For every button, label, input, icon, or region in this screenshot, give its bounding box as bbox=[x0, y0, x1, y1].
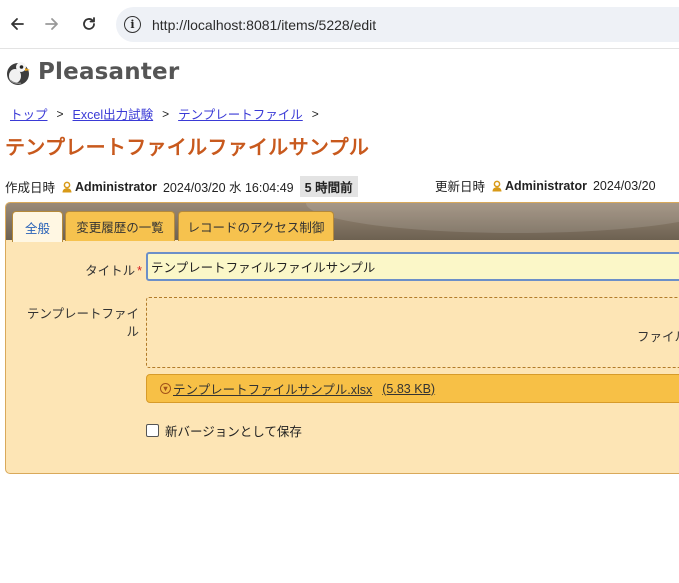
bird-logo-icon bbox=[7, 62, 30, 85]
breadcrumb-separator: > bbox=[162, 106, 170, 121]
breadcrumb-separator: > bbox=[311, 106, 319, 121]
created-label: 作成日時 bbox=[5, 181, 56, 195]
created-date: 2024/03/20 水 16:04:49 bbox=[162, 181, 294, 195]
logo-text: Pleasanter bbox=[38, 59, 180, 85]
breadcrumb-item-excel[interactable]: Excel出力試験 bbox=[73, 104, 154, 123]
browser-toolbar: i http://localhost:8081/items/5228/edit bbox=[0, 0, 679, 49]
title-label-text: タイトル bbox=[85, 264, 136, 278]
title-input[interactable]: テンプレートファイルファイルサンプル bbox=[146, 252, 679, 281]
tab-bar-highlight bbox=[306, 203, 679, 233]
new-version-checkbox[interactable] bbox=[146, 424, 159, 437]
breadcrumb-separator: > bbox=[56, 106, 64, 121]
user-icon bbox=[492, 180, 502, 191]
breadcrumb-item-template[interactable]: テンプレートファイル bbox=[178, 104, 303, 123]
site-info-icon[interactable]: i bbox=[124, 16, 141, 33]
updated-date: 2024/03/20 bbox=[592, 178, 656, 193]
title-field-label: タイトル * bbox=[76, 260, 142, 279]
created-info: 作成日時 Administrator 2024/03/20 水 16:04:49… bbox=[5, 176, 358, 197]
file-name-link[interactable]: テンプレートファイルサンプル.xlsx bbox=[173, 379, 372, 398]
url-text: http://localhost:8081/items/5228/edit bbox=[152, 16, 377, 33]
arrow-right-icon bbox=[45, 18, 58, 30]
drop-zone-text: ファイル bbox=[637, 330, 679, 344]
updated-label: 更新日時 bbox=[435, 180, 486, 194]
file-drop-zone[interactable]: ファイル bbox=[146, 297, 679, 368]
updated-user[interactable]: Administrator bbox=[505, 179, 587, 193]
new-version-option[interactable]: 新バージョンとして保存 bbox=[146, 421, 302, 440]
new-version-label[interactable]: 新バージョンとして保存 bbox=[165, 421, 302, 440]
template-label-line1: テンプレートファイ bbox=[26, 307, 139, 321]
updated-info: 更新日時 Administrator 2024/03/20 bbox=[435, 176, 656, 195]
file-size[interactable]: (5.83 KB) bbox=[382, 382, 435, 396]
title-input-value: テンプレートファイルファイルサンプル bbox=[151, 261, 376, 275]
tab-general[interactable]: 全般 bbox=[12, 211, 63, 242]
download-icon: ▾ bbox=[160, 383, 171, 394]
tab-change-history[interactable]: 変更履歴の一覧 bbox=[65, 211, 175, 241]
template-file-label: テンプレートファイ ル bbox=[16, 305, 139, 341]
app-logo[interactable]: Pleasanter bbox=[4, 57, 179, 87]
breadcrumb-item-top[interactable]: トップ bbox=[10, 104, 48, 123]
back-button[interactable] bbox=[6, 13, 28, 35]
attached-file-item: ▾ テンプレートファイルサンプル.xlsx (5.83 KB) bbox=[146, 374, 679, 403]
reload-icon bbox=[83, 17, 95, 30]
address-bar[interactable]: i http://localhost:8081/items/5228/edit bbox=[116, 7, 679, 42]
page-title: テンプレートファイルファイルサンプル bbox=[5, 135, 370, 159]
created-ago-badge: 5 時間前 bbox=[299, 176, 358, 197]
tab-access-control[interactable]: レコードのアクセス制御 bbox=[178, 211, 334, 241]
forward-button[interactable] bbox=[41, 13, 63, 35]
template-label-line2: ル bbox=[126, 325, 139, 339]
breadcrumb: トップ > Excel出力試験 > テンプレートファイル > bbox=[10, 104, 328, 123]
reload-button[interactable] bbox=[78, 13, 100, 35]
editor-panel: 全般 変更履歴の一覧 レコードのアクセス制御 タイトル * テンプレートファイルフ… bbox=[5, 202, 679, 474]
created-user[interactable]: Administrator bbox=[75, 180, 157, 194]
user-icon bbox=[62, 181, 72, 192]
required-mark: * bbox=[137, 264, 142, 278]
arrow-left-icon bbox=[11, 18, 24, 30]
